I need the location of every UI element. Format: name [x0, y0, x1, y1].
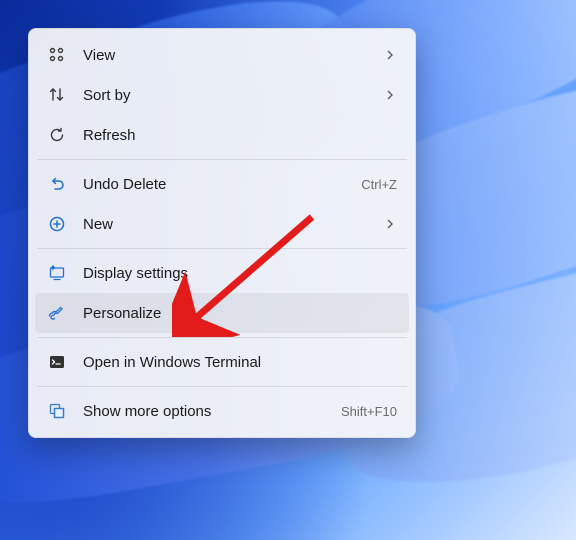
menu-item-refresh[interactable]: Refresh [35, 115, 409, 155]
submenu-chevron-icon [383, 219, 397, 229]
submenu-chevron-icon [383, 50, 397, 60]
menu-item-label: Undo Delete [83, 176, 353, 193]
menu-item-show-more-options[interactable]: Show more options Shift+F10 [35, 391, 409, 431]
menu-item-label: View [83, 47, 375, 64]
sort-icon [47, 85, 67, 105]
view-icon [47, 45, 67, 65]
menu-separator [37, 386, 407, 387]
desktop-wallpaper: View Sort by [0, 0, 576, 540]
menu-item-new[interactable]: New [35, 204, 409, 244]
menu-item-label: Refresh [83, 127, 397, 144]
menu-item-open-terminal[interactable]: Open in Windows Terminal [35, 342, 409, 382]
menu-separator [37, 159, 407, 160]
new-icon [47, 214, 67, 234]
menu-item-label: Open in Windows Terminal [83, 354, 397, 371]
menu-item-shortcut: Shift+F10 [341, 404, 397, 419]
menu-item-label: Display settings [83, 265, 397, 282]
menu-item-label: Show more options [83, 403, 333, 420]
personalize-icon [47, 303, 67, 323]
menu-separator [37, 248, 407, 249]
terminal-icon [47, 352, 67, 372]
desktop-context-menu: View Sort by [28, 28, 416, 438]
menu-item-sort-by[interactable]: Sort by [35, 75, 409, 115]
menu-item-label: New [83, 216, 375, 233]
menu-separator [37, 337, 407, 338]
menu-item-label: Sort by [83, 87, 375, 104]
display-settings-icon [47, 263, 67, 283]
refresh-icon [47, 125, 67, 145]
menu-item-view[interactable]: View [35, 35, 409, 75]
undo-icon [47, 174, 67, 194]
submenu-chevron-icon [383, 90, 397, 100]
show-more-icon [47, 401, 67, 421]
menu-item-personalize[interactable]: Personalize [35, 293, 409, 333]
menu-item-display-settings[interactable]: Display settings [35, 253, 409, 293]
menu-item-label: Personalize [83, 305, 397, 322]
menu-item-undo-delete[interactable]: Undo Delete Ctrl+Z [35, 164, 409, 204]
menu-item-shortcut: Ctrl+Z [361, 177, 397, 192]
